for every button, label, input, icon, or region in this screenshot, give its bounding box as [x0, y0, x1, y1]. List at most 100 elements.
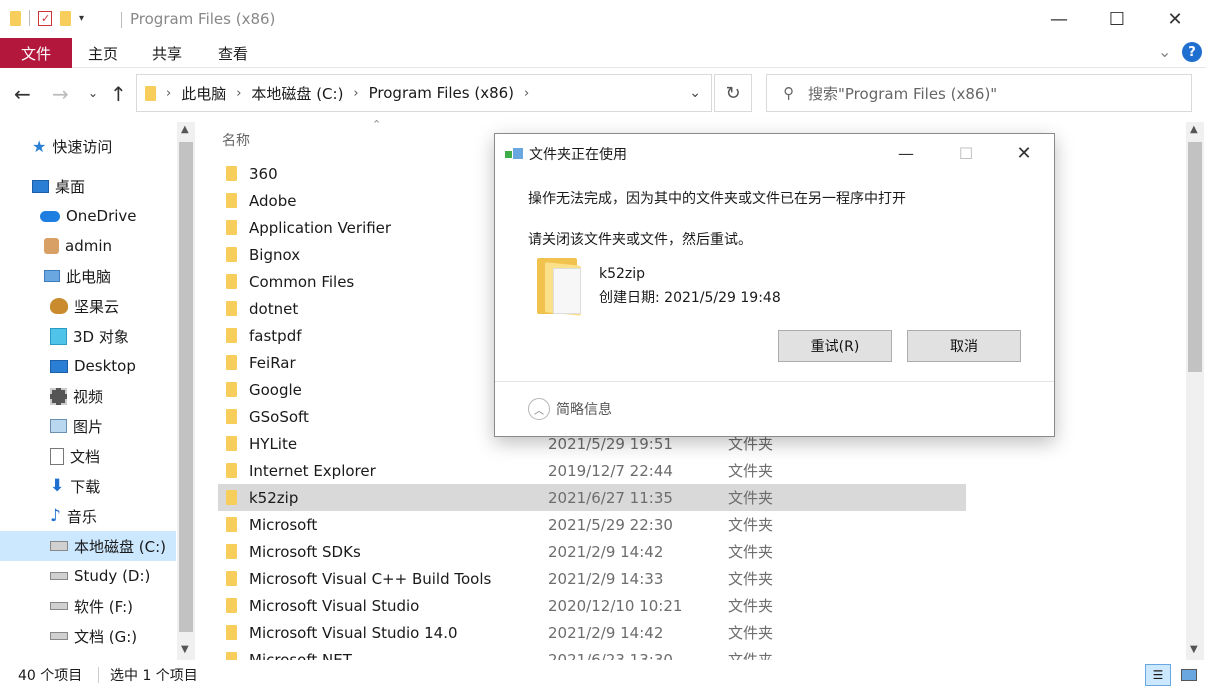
item-type: 文件夹: [728, 651, 774, 660]
up-icon[interactable]: ↑: [110, 82, 127, 106]
nav-desktop-folder[interactable]: Desktop: [0, 351, 176, 381]
details-view-icon[interactable]: ☰: [1145, 664, 1171, 686]
dialog-close-button[interactable]: ✕: [995, 134, 1053, 172]
breadcrumb-this-pc[interactable]: 此电脑: [181, 83, 226, 104]
nav-local-disk-c[interactable]: 本地磁盘 (C:): [0, 531, 176, 561]
music-icon: ♪: [50, 506, 61, 526]
list-item[interactable]: Microsoft.NET 2021/6/23 13:30 文件夹: [218, 646, 966, 660]
folder-icon: [145, 85, 156, 101]
nav-music[interactable]: ♪ 音乐: [0, 501, 176, 531]
nav-label: Desktop: [74, 357, 136, 375]
folder-icon: [226, 517, 237, 532]
list-item[interactable]: Microsoft Visual Studio 14.0 2021/2/9 14:…: [218, 619, 966, 646]
scroll-down-icon[interactable]: ▼: [181, 644, 189, 655]
nav-pictures[interactable]: 图片: [0, 411, 176, 441]
list-item[interactable]: Microsoft SDKs 2021/2/9 14:42 文件夹: [218, 538, 966, 565]
recent-locations-icon[interactable]: ⌄: [88, 86, 98, 100]
column-name[interactable]: 名称: [222, 130, 250, 150]
list-item[interactable]: Microsoft 2021/5/29 22:30 文件夹: [218, 511, 966, 538]
tab-file[interactable]: 文件: [0, 38, 72, 68]
folder-icon: [537, 258, 583, 316]
refresh-button[interactable]: ↻: [714, 74, 752, 112]
back-icon[interactable]: ←: [14, 82, 31, 106]
desktop-icon: [50, 359, 68, 373]
folder-icon: [226, 274, 237, 289]
status-bar: 40 个项目 选中 1 个项目 ☰: [0, 660, 1206, 690]
chevron-right-icon[interactable]: ›: [524, 86, 529, 101]
chevron-down-icon[interactable]: ⌄: [689, 85, 701, 101]
list-item[interactable]: k52zip 2021/6/27 11:35 文件夹: [218, 484, 966, 511]
nav-downloads[interactable]: ⬇ 下载: [0, 471, 176, 501]
nav-docs-g[interactable]: 文档 (G:): [0, 621, 176, 651]
nav-videos[interactable]: 视频: [0, 381, 176, 411]
retry-button[interactable]: 重试(R): [778, 330, 892, 362]
chevron-right-icon[interactable]: ›: [353, 86, 358, 101]
item-name: Microsoft Visual C++ Build Tools: [249, 569, 492, 588]
item-name: Internet Explorer: [249, 461, 376, 480]
folder-icon: [10, 10, 21, 26]
breadcrumb-program-files[interactable]: Program Files (x86): [369, 84, 514, 102]
nav-onedrive[interactable]: OneDrive: [0, 201, 176, 231]
nav-nutstore[interactable]: 坚果云: [0, 291, 176, 321]
nav-software-f[interactable]: 软件 (F:): [0, 591, 176, 621]
properties-icon[interactable]: ✓: [38, 10, 52, 26]
customize-toolbar-icon[interactable]: ▾: [79, 13, 84, 24]
item-name: Common Files: [249, 272, 355, 291]
divider: [495, 381, 1054, 382]
item-name: Bignox: [249, 245, 301, 264]
maximize-button[interactable]: ☐: [1088, 0, 1146, 38]
item-name: dotnet: [249, 299, 299, 318]
divider: [29, 10, 30, 26]
item-date: 2021/2/9 14:42: [548, 542, 664, 561]
scroll-down-icon[interactable]: ▼: [1190, 644, 1198, 655]
item-name: Google: [249, 380, 302, 399]
dialog-minimize-button[interactable]: —: [877, 134, 935, 172]
dialog-message: 操作无法完成，因为其中的文件夹或文件已在另一程序中打开: [528, 191, 906, 207]
tab-view[interactable]: 查看: [208, 38, 258, 68]
chevron-right-icon[interactable]: ›: [236, 86, 241, 101]
scroll-thumb[interactable]: [179, 142, 193, 632]
nav-label: 软件 (F:): [74, 597, 133, 616]
list-item[interactable]: Internet Explorer 2019/12/7 22:44 文件夹: [218, 457, 966, 484]
nav-quick-access[interactable]: ★ 快速访问: [0, 131, 176, 161]
forward-icon[interactable]: →: [52, 82, 69, 106]
cancel-button[interactable]: 取消: [907, 330, 1021, 362]
nav-desktop[interactable]: 桌面: [0, 171, 176, 201]
nav-documents[interactable]: 文档: [0, 441, 176, 471]
help-icon[interactable]: ?: [1182, 42, 1202, 62]
fewer-details-toggle[interactable]: ︿ 简略信息: [528, 398, 612, 420]
file-list-scrollbar[interactable]: ▲ ▼: [1186, 122, 1204, 660]
tab-share[interactable]: 共享: [142, 38, 192, 68]
scroll-up-icon[interactable]: ▲: [1190, 124, 1198, 135]
nav-label: 文档 (G:): [74, 627, 138, 646]
address-bar[interactable]: › 此电脑 › 本地磁盘 (C:) › Program Files (x86) …: [136, 74, 712, 112]
folder-icon: [226, 355, 237, 370]
item-type: 文件夹: [728, 597, 774, 615]
scroll-thumb[interactable]: [1188, 142, 1202, 372]
collapse-ribbon-icon[interactable]: ⌄: [1158, 42, 1171, 61]
new-folder-icon[interactable]: [60, 10, 71, 26]
nav-admin[interactable]: admin: [0, 231, 176, 261]
minimize-button[interactable]: —: [1030, 0, 1088, 38]
nav-this-pc[interactable]: 此电脑: [0, 261, 176, 291]
computer-icon: [44, 270, 60, 282]
search-input[interactable]: ⚲ 搜索"Program Files (x86)": [766, 74, 1192, 112]
tab-home[interactable]: 主页: [78, 38, 128, 68]
item-date: 2020/12/10 10:21: [548, 596, 683, 615]
folder-icon: [226, 193, 237, 208]
nav-3d-objects[interactable]: 3D 对象: [0, 321, 176, 351]
title-bar: ✓ ▾ Program Files (x86) — ☐ ✕: [0, 0, 1206, 38]
folder-icon: [226, 625, 237, 640]
nav-scrollbar[interactable]: ▲ ▼: [177, 122, 195, 660]
dialog-maximize-button: ☐: [958, 143, 974, 163]
large-icons-view-icon[interactable]: [1176, 664, 1202, 686]
nav-study-d[interactable]: Study (D:): [0, 561, 176, 591]
scroll-up-icon[interactable]: ▲: [181, 124, 189, 135]
list-item[interactable]: Microsoft Visual Studio 2020/12/10 10:21 文…: [218, 592, 966, 619]
close-button[interactable]: ✕: [1146, 0, 1204, 38]
list-item[interactable]: Microsoft Visual C++ Build Tools 2021/2/9…: [218, 565, 966, 592]
chevron-up-icon: ︿: [528, 398, 550, 420]
breadcrumb-local-disk[interactable]: 本地磁盘 (C:): [251, 83, 343, 104]
item-date: 2021/2/9 14:42: [548, 623, 664, 642]
chevron-right-icon[interactable]: ›: [166, 86, 171, 101]
